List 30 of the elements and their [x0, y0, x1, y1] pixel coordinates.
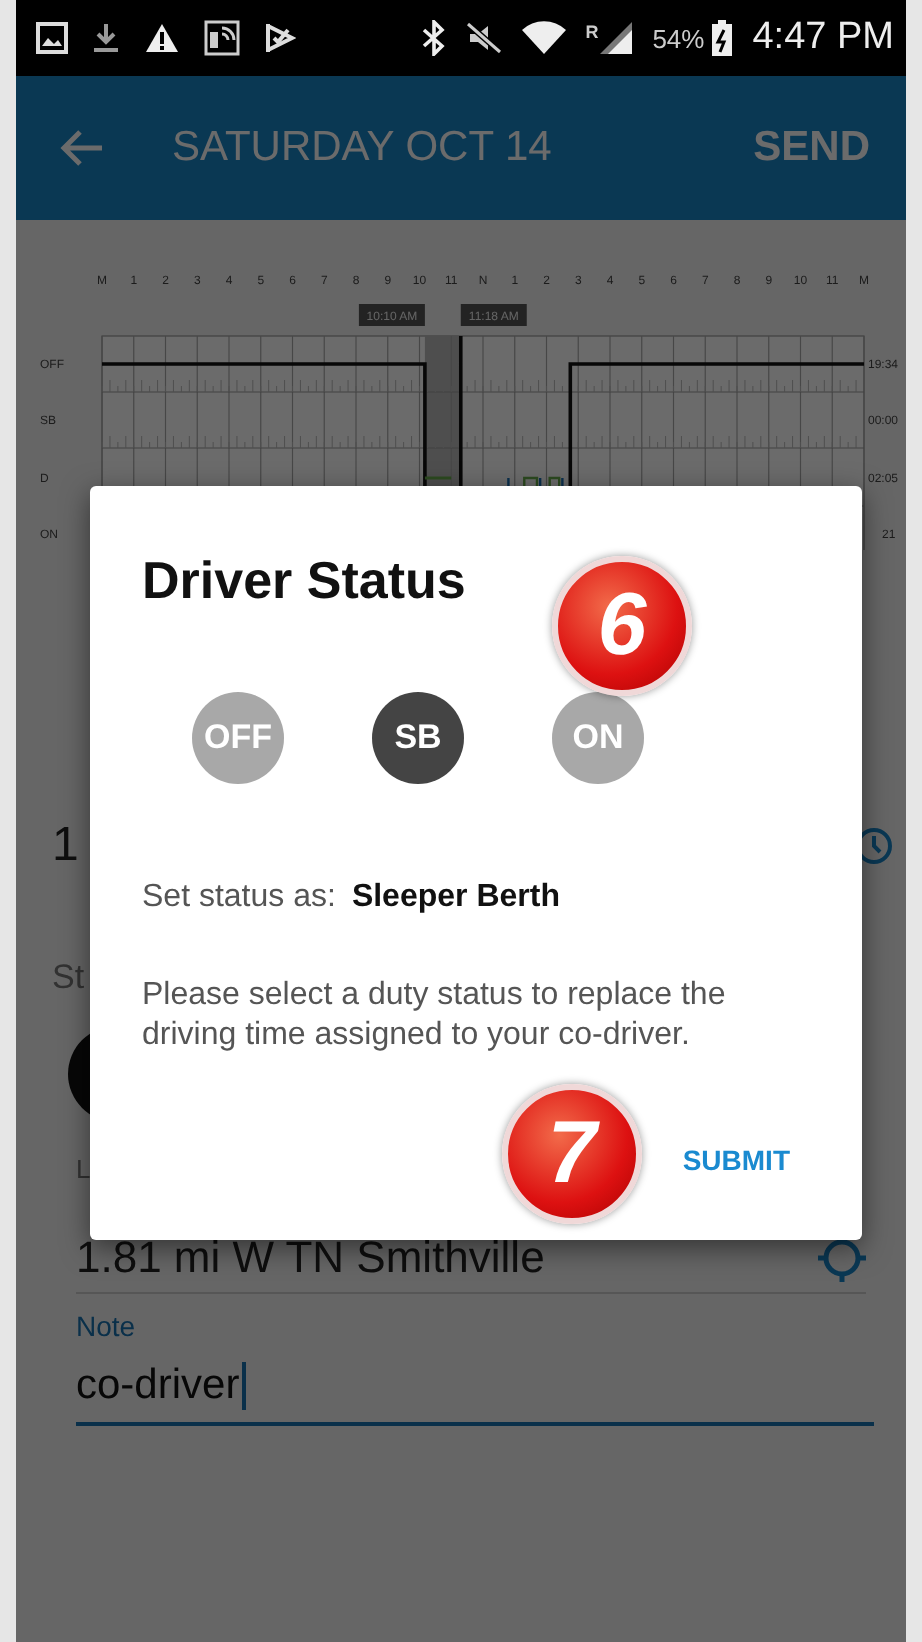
note-field[interactable]: co-driver [76, 1362, 874, 1426]
text-cursor [241, 1362, 246, 1410]
wifi-icon [521, 20, 566, 56]
roaming-indicator: R [585, 22, 599, 42]
set-status-value: Sleeper Berth [351, 880, 560, 916]
clock-time: 4:47 PM [752, 16, 894, 60]
download-icon [92, 22, 120, 54]
back-arrow-icon [60, 128, 104, 168]
location-target-icon[interactable] [818, 1234, 866, 1282]
location-value: 1.81 mi W TN Smithville [76, 1232, 545, 1284]
screen-title: SATURDAY OCT 14 [172, 124, 554, 172]
set-status-label: Set status as: [142, 880, 336, 916]
status-option[interactable]: SB [372, 692, 464, 784]
warning-icon [144, 22, 180, 54]
dialog-message: Please select a duty status to replace the driving time assigned to your co-driver. [142, 976, 728, 1056]
battery-icon [712, 20, 733, 56]
signal-icon [600, 22, 633, 54]
time-value: 1 [52, 818, 79, 874]
note-label: Note [76, 1310, 136, 1342]
card-signal-icon [204, 20, 240, 56]
bluetooth-icon [421, 20, 446, 56]
flag-check-icon [264, 22, 296, 54]
status-option[interactable]: ON [552, 692, 644, 784]
image-icon [36, 22, 68, 54]
dialog-title: Driver Status [142, 550, 466, 612]
submit-button[interactable]: SUBMIT [682, 1136, 790, 1184]
send-button[interactable]: SEND [753, 124, 870, 172]
status-option[interactable]: OFF [192, 692, 284, 784]
battery-percent: 54% [652, 23, 705, 53]
mute-icon [465, 22, 502, 54]
